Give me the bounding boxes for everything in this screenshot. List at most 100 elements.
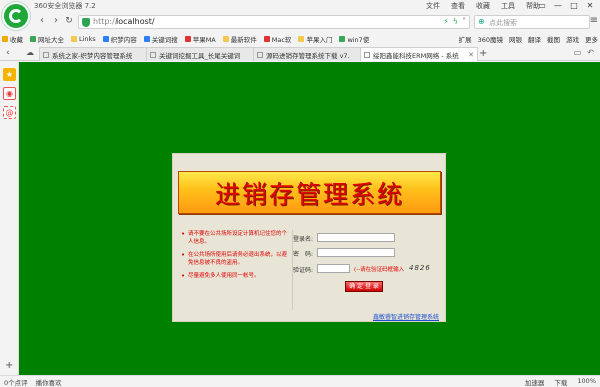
address-bar[interactable]: http:// localhost/ ⚡ ϟ ˅	[78, 15, 470, 29]
download-button[interactable]: 下载	[554, 377, 567, 387]
bookmark-label: 收藏	[10, 36, 23, 44]
page-favicon-icon	[364, 51, 370, 58]
cloud-icon[interactable]: ☁	[26, 48, 34, 57]
system-footer-link[interactable]: 鑫敏睿智进销存管理系统	[373, 312, 439, 321]
lightning-icon[interactable]: ϟ	[453, 17, 458, 26]
play-favorite[interactable]: 播你喜欢	[36, 377, 62, 387]
search-input[interactable]: 点此搜索	[489, 18, 517, 28]
dropdown-chevron-icon[interactable]: ˅	[462, 17, 466, 26]
url-text[interactable]: localhost/	[116, 17, 155, 26]
bookmark-item[interactable]: Mac软	[263, 34, 291, 44]
title-bar: 360安全浏览器 7.2 文件 查看 收藏 工具 帮助 ▭ — □ ✕	[0, 0, 600, 30]
status-right: 加速器 下载 100%	[525, 377, 596, 387]
tab-label: 绥阳鑫能科技ERM网络 - 系统	[373, 51, 459, 60]
bookmark-item[interactable]: 最新软件	[222, 34, 257, 44]
mail-icon[interactable]: @	[3, 106, 16, 119]
search-engine-icon[interactable]: ⊕	[478, 17, 485, 26]
tab-3[interactable]: 源码进销存管理系统下载 v7.	[253, 47, 371, 61]
bookmark-item[interactable]: 关键词搜	[143, 34, 178, 44]
security-notes: 请不要在公共场所设定计算机记住您的个人信息。 在公共场所使用后请务必退出系统，以…	[178, 230, 293, 310]
page-favicon-icon	[257, 51, 263, 58]
bookmark-item[interactable]: 网址大全	[30, 34, 64, 44]
bookmark-favicon-icon	[263, 36, 270, 42]
tab-2[interactable]: 关键词挖掘工具_长尾关键词	[146, 47, 264, 61]
captcha-input[interactable]	[317, 264, 350, 273]
undo-close-icon[interactable]: ↶	[587, 48, 594, 57]
tab-4-active[interactable]: 绥阳鑫能科技ERM网络 - 系统 ✕	[360, 47, 478, 61]
comment-count[interactable]: 0个点评	[4, 377, 28, 387]
password-input[interactable]	[317, 248, 395, 257]
note-item: 尽量避免多人使用同一帐号。	[181, 272, 292, 280]
captcha-label: 验证码:	[293, 267, 314, 274]
toolbar-extension-item[interactable]: 截图	[547, 34, 560, 44]
bookmark-item[interactable]: 收藏	[2, 34, 23, 44]
bookmark-label: 苹果入门	[306, 36, 333, 44]
login-submit-button[interactable]: 确 定 登 录	[345, 281, 383, 292]
close-window-button[interactable]: ✕	[582, 0, 598, 11]
page-favicon-icon	[150, 51, 156, 58]
refresh-icon[interactable]: ↻	[63, 15, 75, 27]
toolbar-extension-item[interactable]: 扩展	[459, 34, 472, 44]
bookmark-label: 苹果MA	[192, 36, 216, 44]
toolbar-extension-item[interactable]: 360魔镜	[478, 34, 503, 44]
security-shield-icon	[82, 18, 90, 27]
minimize-button[interactable]: —	[550, 0, 566, 11]
accelerator-button[interactable]: 加速器	[525, 377, 545, 387]
bookmark-item[interactable]: 织梦内容	[102, 34, 137, 44]
bookmark-label: 织梦内容	[110, 36, 137, 44]
toolbar-extension-item[interactable]: 网银	[509, 34, 522, 44]
favorites-star-icon[interactable]: ★	[3, 68, 16, 81]
login-panel: 进销存管理系统 请不要在公共场所设定计算机记住您的个人信息。 在公共场所使用后请…	[172, 153, 446, 322]
bookmark-favicon-icon	[143, 36, 150, 42]
captcha-image[interactable]: 4826	[409, 264, 431, 272]
tab-1[interactable]: 系统之家-织梦内容管理系统	[39, 47, 157, 61]
menu-view[interactable]: 查看	[451, 1, 465, 11]
bookmark-favicon-icon	[298, 36, 305, 42]
maximize-button[interactable]: □	[566, 0, 582, 11]
toolbar-extensions: 扩展 360魔镜 网银 翻译 截图 游戏 更多	[459, 32, 598, 46]
menu-file[interactable]: 文件	[426, 1, 440, 11]
compat-mode-icon[interactable]: ⚡	[443, 17, 449, 26]
username-input[interactable]	[317, 233, 395, 242]
toolbar-extension-item[interactable]: 游戏	[566, 34, 579, 44]
bookmark-item[interactable]: Links	[71, 35, 96, 43]
tab-label: 系统之家-织梦内容管理系统	[52, 51, 133, 60]
bookmark-favicon-icon	[30, 36, 36, 42]
zoom-level[interactable]: 100%	[577, 377, 596, 387]
bookmark-label: Links	[79, 35, 96, 43]
search-box[interactable]: ⊕ 点此搜索	[474, 15, 590, 29]
bookmark-item[interactable]: 苹果入门	[298, 34, 332, 44]
status-bar: 0个点评 播你喜欢 加速器 下载 100%	[0, 375, 600, 387]
weibo-icon[interactable]: ◉	[3, 87, 16, 100]
toolbar-extension-item[interactable]: 翻译	[528, 34, 541, 44]
close-tab-icon[interactable]: ✕	[468, 51, 474, 59]
tab-bar: ‹ ☁ 系统之家-织梦内容管理系统 关键词挖掘工具_长尾关键词 源码进销存管理系…	[0, 46, 600, 61]
captcha-hint: (--请在验证码框输入	[354, 267, 405, 273]
browser-menu-icon[interactable]: ≡	[590, 15, 598, 26]
menu-tools[interactable]: 工具	[501, 1, 515, 11]
main-menu: 文件 查看 收藏 工具 帮助	[426, 1, 540, 11]
address-bar-icons: ⚡ ϟ ˅	[443, 17, 466, 26]
bookmark-label: 网址大全	[38, 36, 64, 44]
tab-bar-actions: ▭ ↶	[574, 48, 594, 57]
new-tab-icon[interactable]: +	[479, 48, 487, 59]
menu-favorites[interactable]: 收藏	[476, 1, 490, 11]
banner-title: 进销存管理系统	[214, 179, 404, 209]
back-icon[interactable]: ‹	[36, 15, 48, 27]
page-favicon-icon	[43, 51, 49, 58]
password-label: 密 码:	[293, 251, 314, 258]
sidebar-add-icon[interactable]: +	[5, 360, 13, 371]
system-banner: 进销存管理系统	[178, 171, 441, 214]
bookmark-item[interactable]: 苹果MA	[184, 34, 216, 44]
note-item: 请不要在公共场所设定计算机记住您的个人信息。	[181, 230, 292, 246]
bookmark-favicon-icon	[71, 36, 77, 42]
tab-scroll-left-icon[interactable]: ‹	[6, 48, 10, 58]
url-prefix: http://	[93, 17, 118, 26]
bookmark-item[interactable]: win7使	[339, 34, 369, 44]
forward-icon[interactable]: ›	[50, 15, 62, 27]
toolbar-extension-item[interactable]: 更多	[585, 34, 598, 44]
tab-list-icon[interactable]: ▭	[574, 48, 582, 57]
username-label: 登录名:	[293, 236, 314, 243]
skin-button[interactable]: ▭	[534, 0, 550, 11]
app-title: 360安全浏览器 7.2	[34, 2, 96, 10]
